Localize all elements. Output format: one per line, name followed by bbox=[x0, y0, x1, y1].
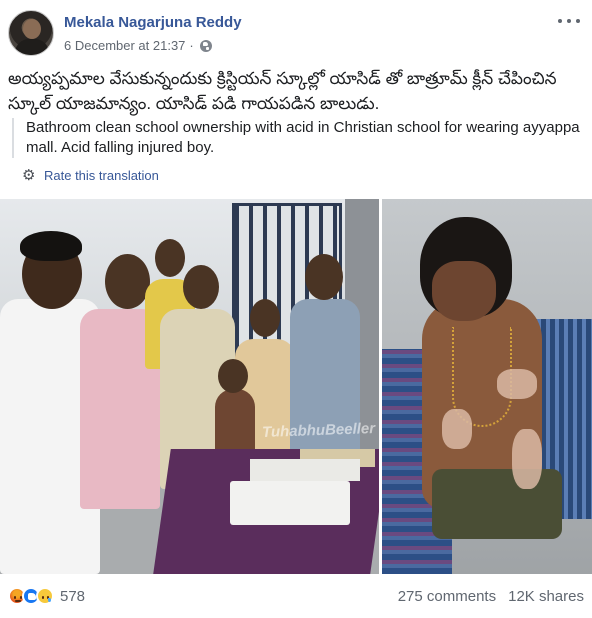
post-meta: 6 December at 21:37 · bbox=[64, 38, 212, 53]
post-timestamp[interactable]: 6 December at 21:37 bbox=[64, 38, 185, 53]
more-horizontal-icon[interactable] bbox=[558, 14, 580, 28]
comments-count-link[interactable]: 275 comments bbox=[398, 588, 496, 605]
reaction-count: 578 bbox=[60, 587, 86, 605]
post-footer: 578 275 comments 12K shares bbox=[8, 582, 584, 610]
post-photo-right[interactable] bbox=[382, 199, 592, 574]
meta-separator: · bbox=[189, 38, 194, 53]
shares-count-link[interactable]: 12K shares bbox=[508, 588, 584, 605]
author-name[interactable]: Mekala Nagarjuna Reddy bbox=[64, 14, 242, 31]
translation-block: Bathroom clean school ownership with aci… bbox=[12, 118, 582, 158]
author-avatar[interactable] bbox=[8, 10, 54, 56]
rate-translation-label: Rate this translation bbox=[44, 168, 159, 183]
post-header: Mekala Nagarjuna Reddy 6 December at 21:… bbox=[8, 8, 584, 60]
reactions-summary[interactable]: 578 bbox=[8, 587, 85, 605]
gear-icon bbox=[22, 166, 36, 184]
post-text: అయ్యప్పమాల వేసుకున్నందుకు క్రిస్టియన్ స్… bbox=[8, 69, 557, 113]
post-photo-left[interactable]: TuhabhuBeeller bbox=[0, 199, 379, 574]
rate-translation-link[interactable]: Rate this translation bbox=[22, 166, 159, 184]
sad-reaction-icon bbox=[36, 587, 54, 605]
facebook-post: Mekala Nagarjuna Reddy 6 December at 21:… bbox=[0, 0, 592, 618]
translation-text: Bathroom clean school ownership with aci… bbox=[26, 119, 580, 156]
engagement-stats: 275 comments 12K shares bbox=[398, 588, 584, 605]
globe-icon[interactable] bbox=[199, 39, 212, 52]
